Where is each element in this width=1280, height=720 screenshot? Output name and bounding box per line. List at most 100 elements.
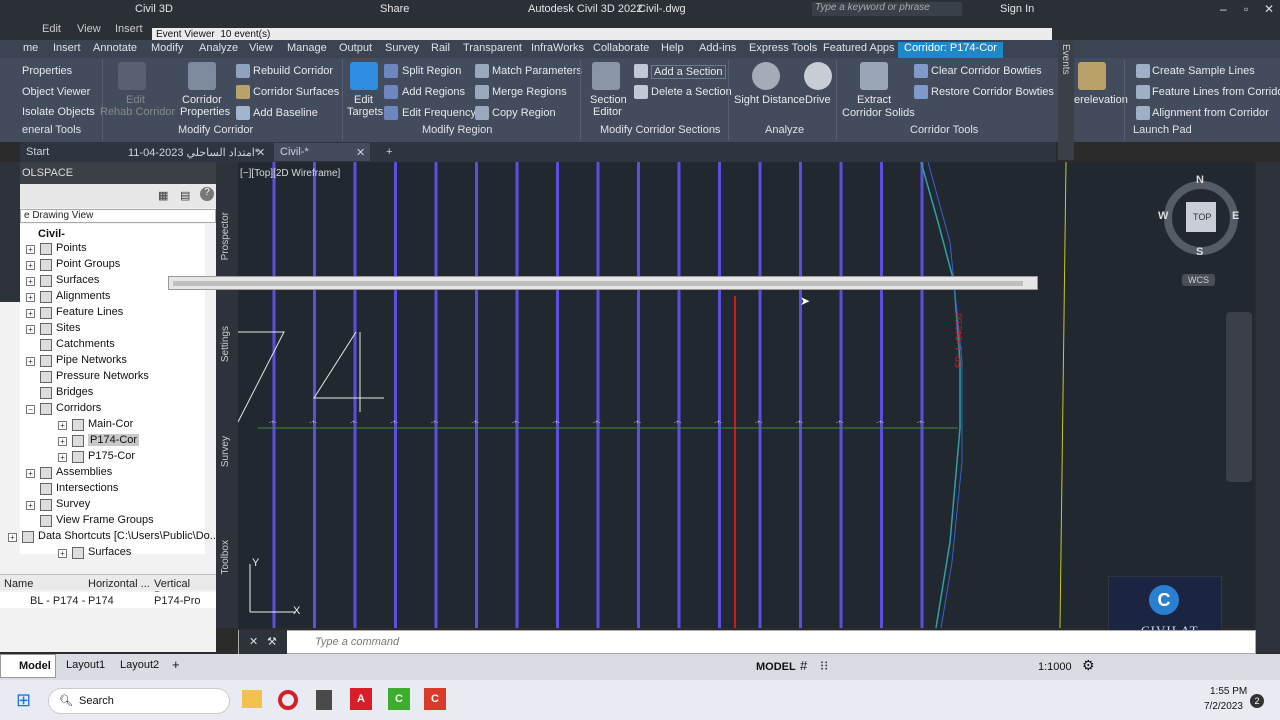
tree-item[interactable]: Main-Cor xyxy=(88,418,133,430)
rebuild-corridor-button[interactable]: Rebuild Corridor xyxy=(253,65,333,77)
tree-item[interactable]: Civil- xyxy=(38,228,65,240)
compass-w[interactable]: W xyxy=(1158,210,1168,222)
model-space-button[interactable]: MODEL xyxy=(756,661,796,673)
corridor-tools-panel[interactable]: Corridor Tools xyxy=(910,124,978,136)
rehab-corridor-label[interactable]: Rehab Corridor xyxy=(100,106,175,118)
tree-expand-icon[interactable]: + xyxy=(58,549,67,558)
maximize-icon[interactable]: ▫ xyxy=(1244,2,1248,16)
isolate-objects-button[interactable]: Isolate Objects xyxy=(22,106,95,118)
clock-time[interactable]: 1:55 PM xyxy=(1210,686,1247,697)
tab-analyze[interactable]: Analyze xyxy=(196,42,241,54)
add-section-button[interactable]: Add a Section xyxy=(651,65,726,79)
tree-expand-icon[interactable]: + xyxy=(26,325,35,334)
tab-toolbox[interactable]: Toolbox xyxy=(220,540,231,574)
tree-expand-icon[interactable]: + xyxy=(58,453,67,462)
feature-lines-button[interactable]: Feature Lines from Corridor xyxy=(1152,86,1280,98)
tab-home[interactable]: me xyxy=(20,42,41,54)
tree-item[interactable]: Alignments xyxy=(56,290,110,302)
tree-item[interactable]: Data Shortcuts [C:\Users\Public\Do... xyxy=(38,530,219,542)
add-regions-button[interactable]: Add Regions xyxy=(402,86,465,98)
tab-start[interactable]: Start xyxy=(26,146,49,158)
edit-rehab-label[interactable]: Edit xyxy=(126,94,145,106)
tab-close-icon[interactable]: ✕ xyxy=(356,146,365,159)
snap-icon[interactable]: ⁝⁝ xyxy=(820,658,828,674)
calculator-icon[interactable] xyxy=(316,690,332,710)
tree-expand-icon[interactable]: + xyxy=(26,293,35,302)
tree-item[interactable]: Corridors xyxy=(56,402,101,414)
gear-icon[interactable]: ⚙ xyxy=(1082,657,1095,674)
close-icon[interactable]: ✕ xyxy=(249,635,258,648)
tab-corridor-context[interactable]: Corridor: P174-Cor xyxy=(898,42,1003,58)
share-button[interactable]: Share xyxy=(380,3,409,15)
tree-expand-icon[interactable]: + xyxy=(26,469,35,478)
launch-pad-panel[interactable]: Launch Pad xyxy=(1133,124,1192,136)
tab-transparent[interactable]: Transparent xyxy=(460,42,525,54)
scroll-track[interactable] xyxy=(173,281,1023,286)
menu-insert[interactable]: Insert xyxy=(115,23,143,35)
corridor-properties-button[interactable]: Corridor xyxy=(182,94,222,106)
navigation-bar[interactable] xyxy=(1226,312,1252,482)
merge-regions-button[interactable]: Merge Regions xyxy=(492,86,567,98)
tab-annotate[interactable]: Annotate xyxy=(90,42,140,54)
modify-sections-panel[interactable]: Modify Corridor Sections xyxy=(600,124,720,136)
tree-expand-icon[interactable]: + xyxy=(8,533,17,542)
tab-express-tools[interactable]: Express Tools xyxy=(746,42,820,54)
tab-modify[interactable]: Modify xyxy=(148,42,186,54)
tree-expand-icon[interactable]: + xyxy=(26,277,35,286)
tab-layout2[interactable]: Layout2 xyxy=(120,659,159,671)
tab-insert[interactable]: Insert xyxy=(50,42,84,54)
toolbar-icon[interactable]: ▦ xyxy=(158,189,168,202)
tab-featured-apps[interactable]: Featured Apps xyxy=(820,42,898,54)
tree-item[interactable]: Pipe Networks xyxy=(56,354,127,366)
tree-item[interactable]: Sites xyxy=(56,322,80,334)
tab-infraworks[interactable]: InfraWorks xyxy=(528,42,587,54)
right-tool-strip[interactable] xyxy=(1256,162,1280,652)
tree-item[interactable]: P175-Cor xyxy=(88,450,135,462)
view-select[interactable]: e Drawing View xyxy=(20,209,216,223)
tab-view[interactable]: View xyxy=(246,42,276,54)
file-explorer-icon[interactable] xyxy=(242,690,262,708)
tab-rail[interactable]: Rail xyxy=(428,42,453,54)
drive-button[interactable]: Drive xyxy=(805,94,831,106)
split-region-button[interactable]: Split Region xyxy=(402,65,461,77)
alignment-from-corridor-button[interactable]: Alignment from Corridor xyxy=(1152,107,1269,119)
edit-targets-label[interactable]: Targets xyxy=(347,106,383,118)
edit-frequency-button[interactable]: Edit Frequency xyxy=(402,107,476,119)
tree-item[interactable]: Catchments xyxy=(56,338,115,350)
match-parameters-button[interactable]: Match Parameters xyxy=(492,65,582,77)
tree-expand-icon[interactable]: + xyxy=(26,501,35,510)
properties-button[interactable]: Properties xyxy=(22,65,72,77)
workspace-name[interactable]: Civil 3D xyxy=(135,3,173,15)
opera-icon[interactable] xyxy=(278,690,298,710)
tab-output[interactable]: Output xyxy=(336,42,375,54)
tree-item[interactable]: Points xyxy=(56,242,87,254)
new-tab-icon[interactable]: + xyxy=(386,146,392,158)
menu-view[interactable]: View xyxy=(77,23,101,35)
tree-item[interactable]: Point Groups xyxy=(56,258,120,270)
clock-date[interactable]: 7/2/2023 xyxy=(1204,701,1243,712)
tree-item[interactable]: Surfaces xyxy=(56,274,99,286)
tree-expand-icon[interactable]: − xyxy=(26,405,35,414)
search-input[interactable]: Type a keyword or phrase xyxy=(812,2,962,16)
tree-item[interactable]: Feature Lines xyxy=(56,306,123,318)
tree-expand-icon[interactable]: + xyxy=(26,261,35,270)
tab-close-icon[interactable]: ✕ xyxy=(256,146,265,159)
annotation-scale[interactable]: 1:1000 xyxy=(1038,661,1072,673)
tab-settings[interactable]: Settings xyxy=(220,326,231,362)
analyze-panel[interactable]: Analyze xyxy=(765,124,804,136)
compass-n[interactable]: N xyxy=(1196,174,1204,186)
grid-icon[interactable]: # xyxy=(800,658,807,673)
civil3d-icon[interactable]: C xyxy=(388,688,410,710)
autocad-icon[interactable]: A xyxy=(350,688,372,710)
clear-bowties-button[interactable]: Clear Corridor Bowties xyxy=(931,65,1042,77)
tab-addins[interactable]: Add-ins xyxy=(696,42,739,54)
modify-region-panel[interactable]: Modify Region xyxy=(422,124,492,136)
restore-bowties-button[interactable]: Restore Corridor Bowties xyxy=(931,86,1054,98)
tree-item[interactable]: Surfaces xyxy=(88,546,131,558)
col-name[interactable]: Name xyxy=(4,578,33,590)
help-icon[interactable]: ? xyxy=(200,187,214,201)
civil-app-icon[interactable]: C xyxy=(424,688,446,710)
toolbar-icon[interactable]: ▤ xyxy=(180,189,190,202)
tree-expand-icon[interactable]: + xyxy=(26,309,35,318)
tab-arabic-drawing[interactable]: امتداد الساحلي 2023-04-11* xyxy=(128,146,259,159)
